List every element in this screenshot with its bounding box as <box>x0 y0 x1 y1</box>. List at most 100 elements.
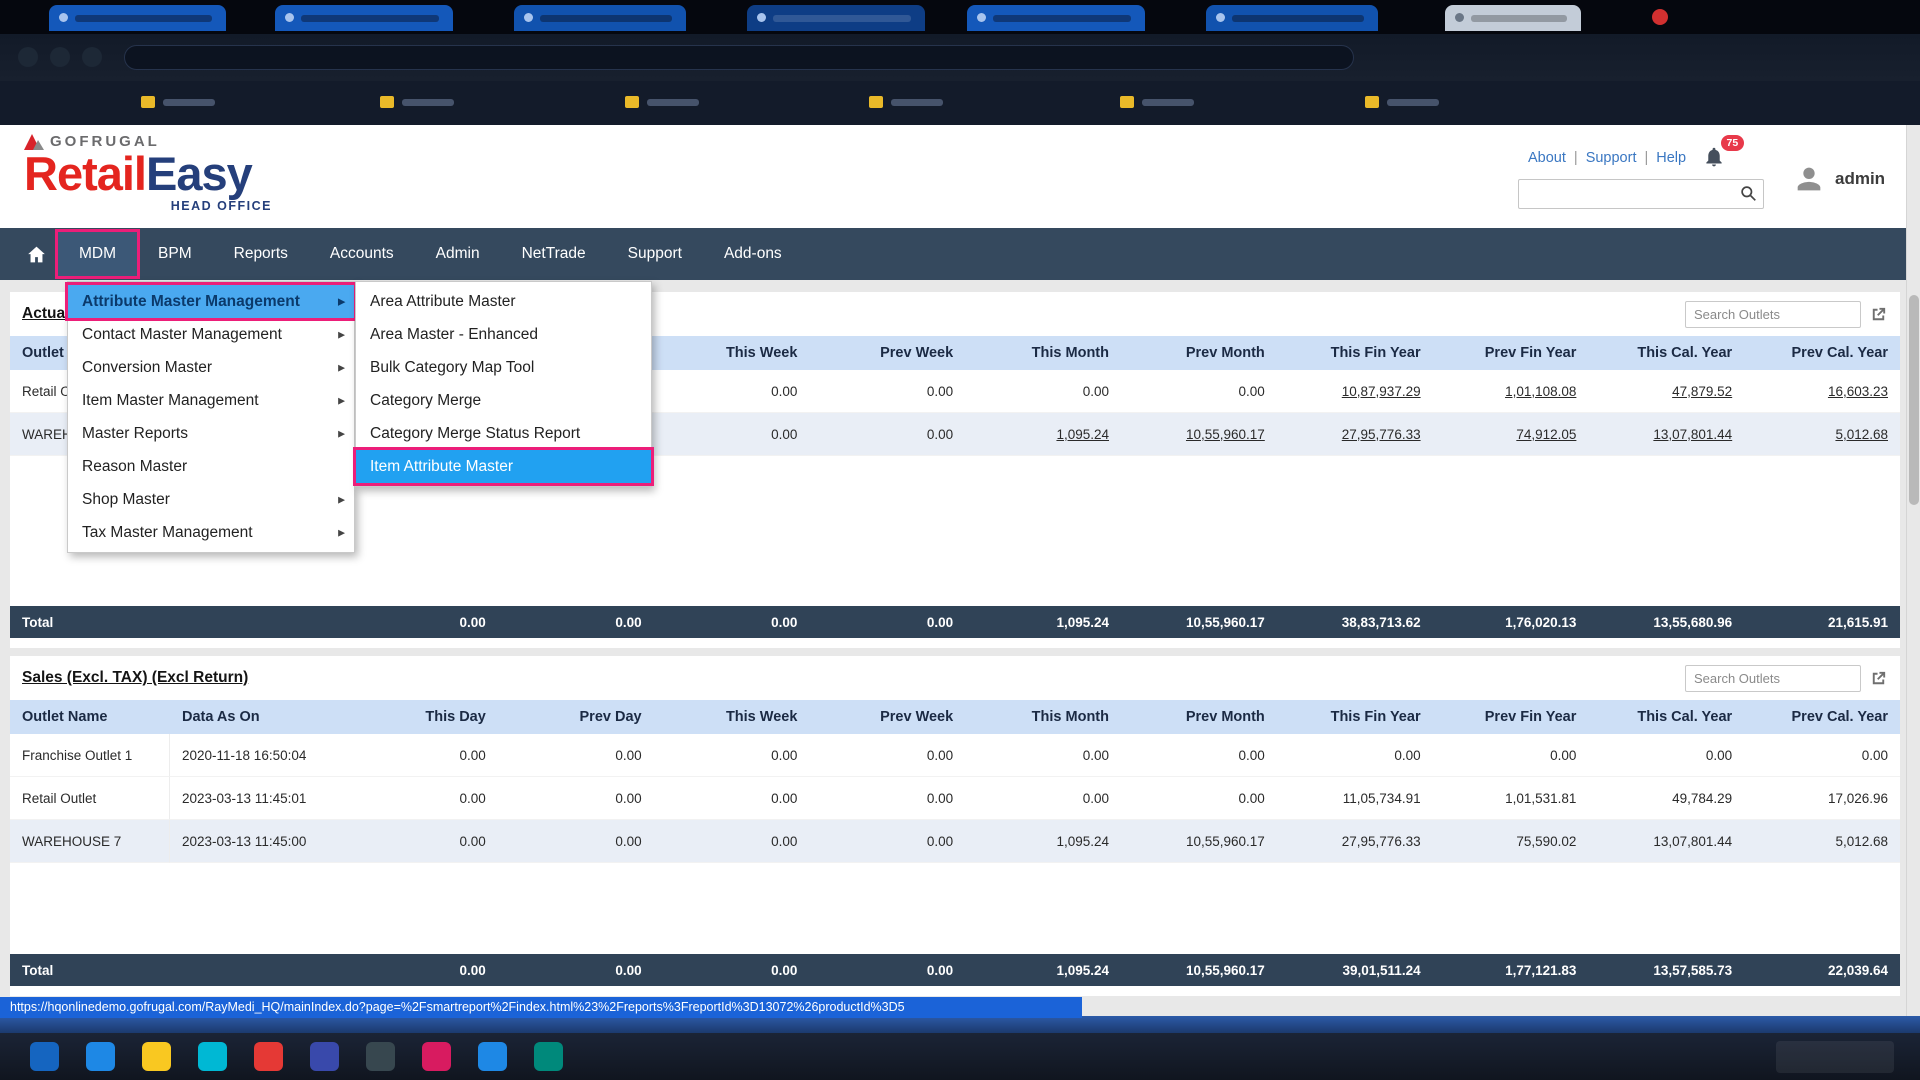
total-value: 1,095.24 <box>965 954 1121 986</box>
browser-tab-icon[interactable] <box>1652 9 1668 25</box>
nav-item-reports[interactable]: Reports <box>213 232 309 276</box>
menu-item-item-master-management[interactable]: Item Master Management▶ <box>68 384 354 417</box>
user-menu[interactable]: admin <box>1792 162 1885 196</box>
back-icon[interactable] <box>18 47 38 67</box>
search-outlets-input[interactable] <box>1685 301 1861 328</box>
taskbar-icon[interactable] <box>310 1042 339 1071</box>
menu-item-attribute-master-management[interactable]: Attribute Master Management▶ <box>68 285 354 318</box>
column-header: Prev Day <box>498 700 654 734</box>
total-value: 1,095.24 <box>965 606 1121 638</box>
nav-item-nettrade[interactable]: NetTrade <box>501 232 607 276</box>
taskbar-icon[interactable] <box>86 1042 115 1071</box>
expand-icon[interactable] <box>1869 669 1888 688</box>
nav-item-add-ons[interactable]: Add-ons <box>703 232 803 276</box>
menu-item-reason-master[interactable]: Reason Master <box>68 450 354 483</box>
bookmark-item[interactable] <box>625 96 699 108</box>
forward-icon[interactable] <box>50 47 70 67</box>
support-link[interactable]: Support <box>1586 150 1637 166</box>
column-header: Data As On <box>170 700 342 734</box>
reload-icon[interactable] <box>82 47 102 67</box>
bookmark-item[interactable] <box>1120 96 1194 108</box>
menu-item-bulk-category-map-tool[interactable]: Bulk Category Map Tool <box>356 351 651 384</box>
browser-tab[interactable] <box>275 5 453 31</box>
bookmark-label <box>163 99 215 106</box>
taskbar-icon[interactable] <box>422 1042 451 1071</box>
total-value: 0.00 <box>342 954 498 986</box>
drilldown-link[interactable]: 13,07,801.44 <box>1588 413 1744 456</box>
value-cell: 0.00 <box>342 777 498 820</box>
scrollbar-track[interactable] <box>1906 125 1920 1016</box>
value-cell: 0.00 <box>654 370 810 413</box>
browser-tab-active[interactable] <box>1445 5 1581 31</box>
taskbar-icon[interactable] <box>30 1042 59 1071</box>
global-search-input[interactable] <box>1518 179 1764 209</box>
value-cell: 5,012.68 <box>1744 820 1900 863</box>
expand-icon[interactable] <box>1869 305 1888 324</box>
drilldown-link[interactable]: 47,879.52 <box>1588 370 1744 413</box>
menu-item-category-merge-status-report[interactable]: Category Merge Status Report <box>356 417 651 450</box>
taskbar-icon[interactable] <box>366 1042 395 1071</box>
drilldown-link[interactable]: 27,95,776.33 <box>1277 413 1433 456</box>
value-cell: 0.00 <box>498 777 654 820</box>
address-bar[interactable] <box>124 45 1354 70</box>
submenu-arrow-icon: ▶ <box>338 362 345 373</box>
total-row: Total0.000.000.000.001,095.2410,55,960.1… <box>10 954 1900 986</box>
column-header: This Day <box>342 700 498 734</box>
nav-item-admin[interactable]: Admin <box>415 232 501 276</box>
drilldown-link[interactable]: 10,87,937.29 <box>1277 370 1433 413</box>
drilldown-link[interactable]: 74,912.05 <box>1433 413 1589 456</box>
bookmark-item[interactable] <box>1365 96 1439 108</box>
menu-item-area-master-enhanced[interactable]: Area Master - Enhanced <box>356 318 651 351</box>
total-value: 0.00 <box>342 606 498 638</box>
notifications-bell-icon[interactable] <box>1703 145 1725 169</box>
menu-item-category-merge[interactable]: Category Merge <box>356 384 651 417</box>
drilldown-link[interactable]: 10,55,960.17 <box>1121 413 1277 456</box>
menu-item-master-reports[interactable]: Master Reports▶ <box>68 417 354 450</box>
taskbar <box>0 1033 1920 1080</box>
menu-item-contact-master-management[interactable]: Contact Master Management▶ <box>68 318 354 351</box>
taskbar-icon[interactable] <box>254 1042 283 1071</box>
drilldown-link[interactable]: 16,603.23 <box>1744 370 1900 413</box>
bookmark-item[interactable] <box>380 96 454 108</box>
column-header: Prev Week <box>809 336 965 370</box>
scrollbar-thumb[interactable] <box>1909 295 1919 505</box>
nav-item-accounts[interactable]: Accounts <box>309 232 415 276</box>
main-navbar: MDMBPMReportsAccountsAdminNetTradeSuppor… <box>0 228 1920 280</box>
browser-tab[interactable] <box>747 5 925 31</box>
browser-tab[interactable] <box>49 5 226 31</box>
header-links: About | Support | Help <box>1528 150 1686 166</box>
bookmark-item[interactable] <box>869 96 943 108</box>
search-outlets-input[interactable] <box>1685 665 1861 692</box>
table-header-row: Outlet NameData As OnThis DayPrev DayThi… <box>10 700 1900 734</box>
taskbar-icon[interactable] <box>198 1042 227 1071</box>
taskbar-icon[interactable] <box>478 1042 507 1071</box>
value-cell: 0.00 <box>809 413 965 456</box>
bookmarks-bar <box>0 81 1920 125</box>
menu-item-item-attribute-master[interactable]: Item Attribute Master <box>356 450 651 483</box>
help-link[interactable]: Help <box>1656 150 1686 166</box>
drilldown-link[interactable]: 5,012.68 <box>1744 413 1900 456</box>
menu-item-conversion-master[interactable]: Conversion Master▶ <box>68 351 354 384</box>
nav-item-bpm[interactable]: BPM <box>137 232 213 276</box>
bookmark-item[interactable] <box>141 96 215 108</box>
search-icon[interactable] <box>1740 185 1757 202</box>
menu-item-area-attribute-master[interactable]: Area Attribute Master <box>356 285 651 318</box>
taskbar-icon[interactable] <box>534 1042 563 1071</box>
taskbar-icon[interactable] <box>142 1042 171 1071</box>
browser-tab[interactable] <box>1206 5 1378 31</box>
about-link[interactable]: About <box>1528 150 1566 166</box>
nav-item-support[interactable]: Support <box>607 232 703 276</box>
product-name-easy: Easy <box>146 147 252 200</box>
drilldown-link[interactable]: 1,01,108.08 <box>1433 370 1589 413</box>
menu-item-tax-master-management[interactable]: Tax Master Management▶ <box>68 516 354 549</box>
bookmark-label <box>647 99 699 106</box>
browser-tab[interactable] <box>967 5 1145 31</box>
value-cell: 0.00 <box>1121 777 1277 820</box>
value-cell: 2023-03-13 11:45:00 <box>170 820 342 863</box>
menu-item-shop-master[interactable]: Shop Master▶ <box>68 483 354 516</box>
drilldown-link[interactable]: 1,095.24 <box>965 413 1121 456</box>
home-icon[interactable] <box>14 232 58 276</box>
system-tray[interactable] <box>1776 1041 1894 1073</box>
browser-tab[interactable] <box>514 5 686 31</box>
nav-item-mdm[interactable]: MDM <box>58 232 137 276</box>
